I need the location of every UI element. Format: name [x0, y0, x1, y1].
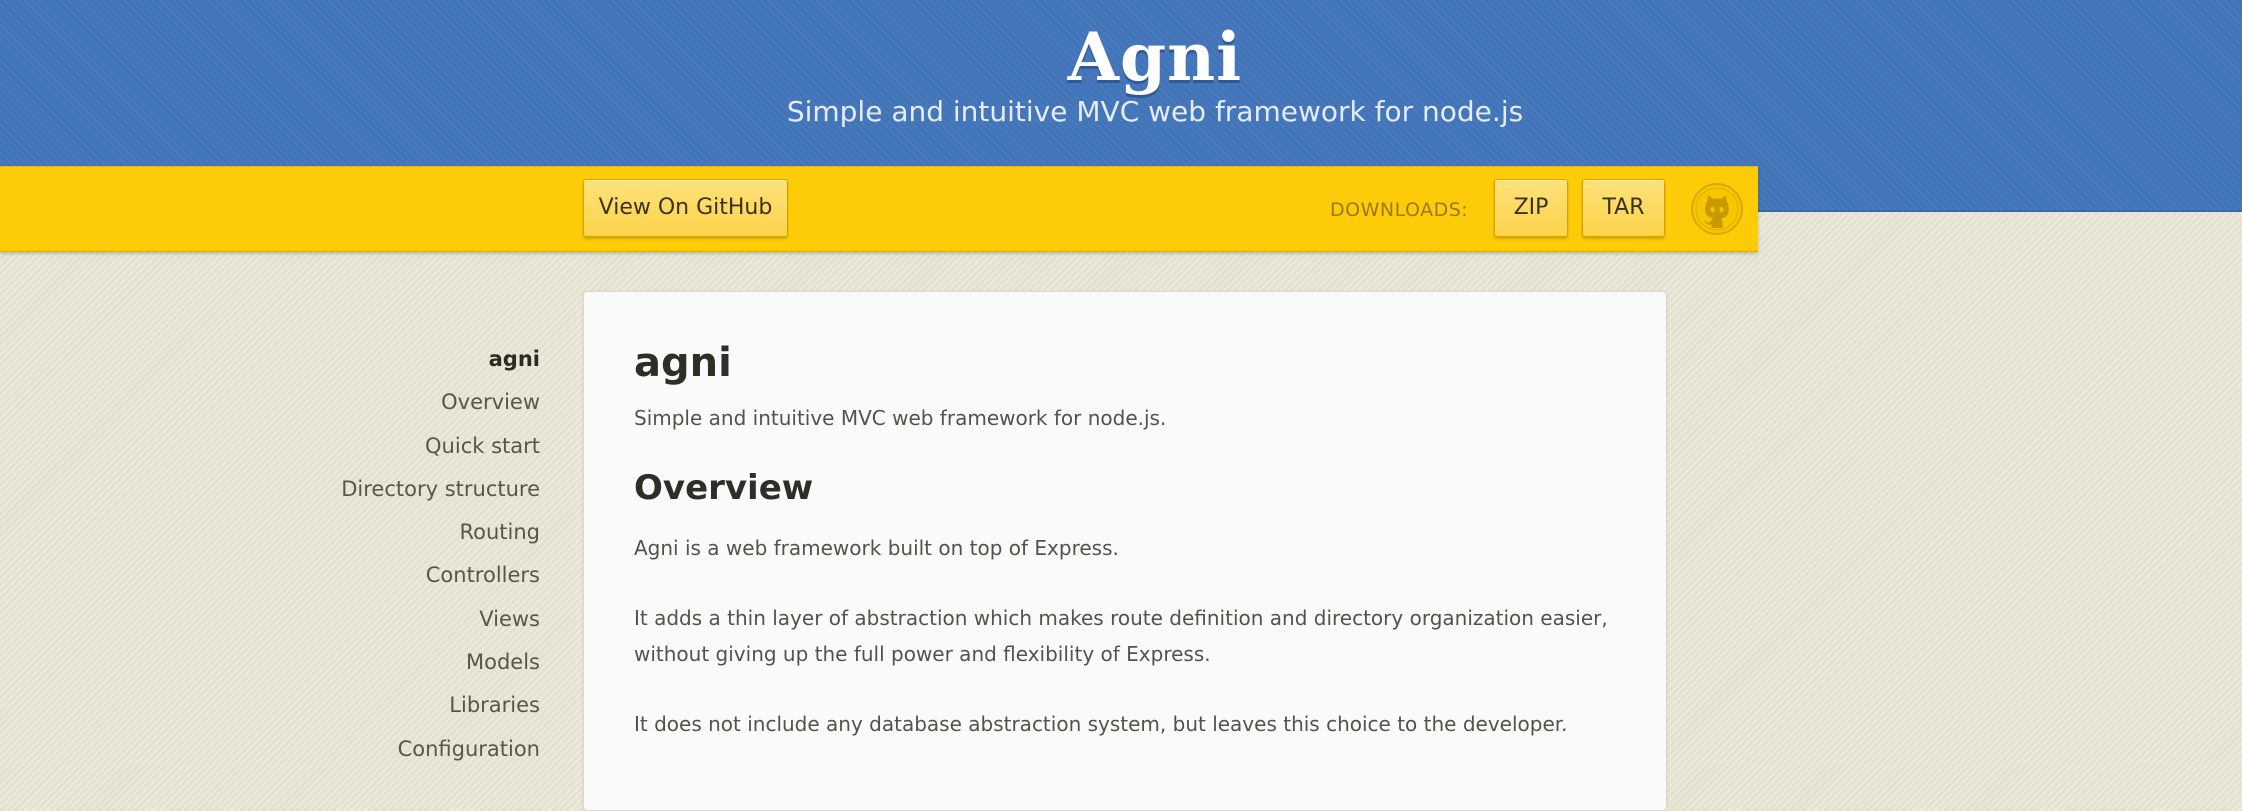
- download-zip-button[interactable]: ZIP: [1494, 179, 1568, 237]
- sidebar-item-directory-structure[interactable]: Directory structure: [240, 468, 540, 511]
- overview-heading: Overview: [634, 468, 814, 508]
- overview-paragraph-1: Agni is a web framework built on top of …: [634, 536, 1119, 560]
- sidebar-nav: agni Overview Quick start Directory stru…: [240, 338, 540, 771]
- page-title: agni: [634, 340, 732, 386]
- site-title: Agni: [1067, 18, 1243, 96]
- sidebar-item-configuration[interactable]: Configuration: [240, 728, 540, 771]
- download-tar-button[interactable]: TAR: [1582, 179, 1665, 237]
- sidebar-item-views[interactable]: Views: [240, 598, 540, 641]
- sidebar-item-libraries[interactable]: Libraries: [240, 684, 540, 727]
- downloads-label: DOWNLOADS:: [1330, 199, 1469, 221]
- overview-paragraph-3: It does not include any database abstrac…: [634, 712, 1568, 736]
- overview-paragraph-2: It adds a thin layer of abstraction whic…: [634, 606, 1608, 666]
- sidebar-item-overview[interactable]: Overview: [240, 381, 540, 424]
- download-bar: View On GitHub DOWNLOADS: ZIP TAR: [0, 166, 1758, 252]
- view-on-github-button[interactable]: View On GitHub: [583, 179, 788, 237]
- sidebar-item-agni[interactable]: agni: [240, 338, 540, 381]
- sidebar-item-controllers[interactable]: Controllers: [240, 554, 540, 597]
- sidebar-item-routing[interactable]: Routing: [240, 511, 540, 554]
- sidebar-item-quick-start[interactable]: Quick start: [240, 425, 540, 468]
- tagline: Simple and intuitive MVC web framework f…: [634, 406, 1167, 430]
- octocat-icon[interactable]: [1690, 182, 1744, 236]
- site-subtitle: Simple and intuitive MVC web framework f…: [786, 95, 1524, 128]
- sidebar-item-models[interactable]: Models: [240, 641, 540, 684]
- content-card: agni Simple and intuitive MVC web framew…: [583, 291, 1667, 811]
